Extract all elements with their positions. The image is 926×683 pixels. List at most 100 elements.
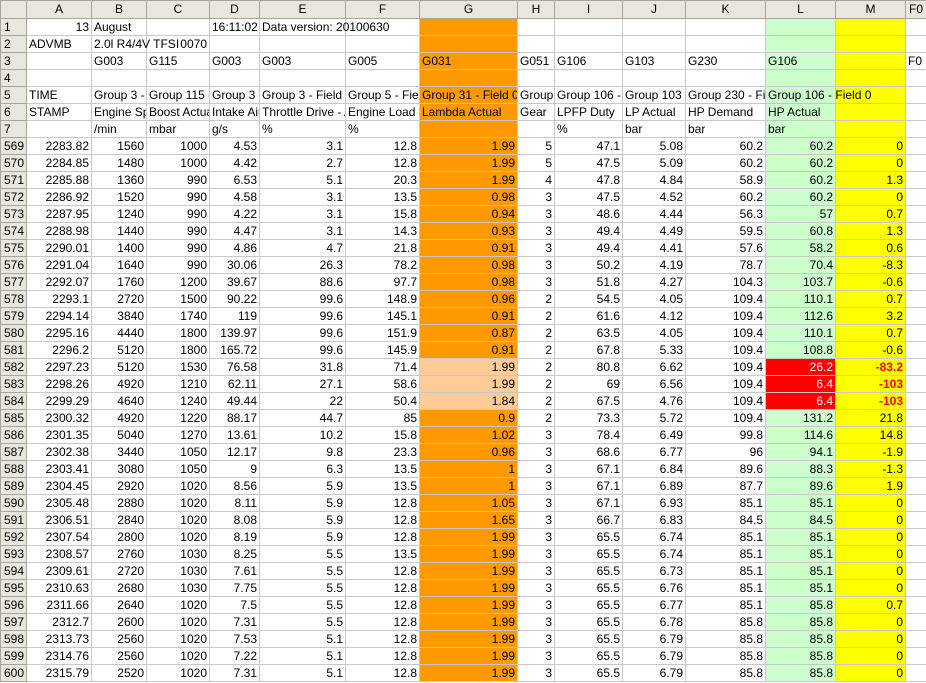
cell-h570[interactable]: 5 <box>517 154 555 172</box>
cell-c594[interactable]: 1030 <box>146 562 210 580</box>
cell-f569[interactable]: 12.8 <box>345 137 420 155</box>
cell-e582[interactable]: 31.8 <box>259 358 346 376</box>
cell-b570[interactable]: 1480 <box>91 154 147 172</box>
cell-h572[interactable]: 3 <box>517 188 555 206</box>
row-header-593[interactable]: 593 <box>0 545 27 563</box>
cell-k7[interactable]: bar <box>685 120 766 138</box>
cell-b576[interactable]: 1640 <box>91 256 147 274</box>
cell-h599[interactable]: 3 <box>517 647 555 665</box>
cell-h595[interactable]: 3 <box>517 579 555 597</box>
cell-m4[interactable] <box>835 69 906 87</box>
cell-f01[interactable] <box>905 18 926 36</box>
cell-g600[interactable]: 1.99 <box>419 664 518 682</box>
cell-l573[interactable]: 57 <box>765 205 836 223</box>
cell-h576[interactable]: 3 <box>517 256 555 274</box>
cell-c578[interactable]: 1500 <box>146 290 210 308</box>
cell-k591[interactable]: 84.5 <box>685 511 766 529</box>
cell-d598[interactable]: 7.53 <box>209 630 260 648</box>
cell-k575[interactable]: 57.6 <box>685 239 766 257</box>
cell-j581[interactable]: 5.33 <box>622 341 686 359</box>
cell-g591[interactable]: 1.65 <box>419 511 518 529</box>
cell-h5[interactable]: Group 51 - Field 0 <box>517 86 555 104</box>
cell-f0-591[interactable] <box>905 511 926 529</box>
cell-k4[interactable] <box>685 69 766 87</box>
cell-g572[interactable]: 0.98 <box>419 188 518 206</box>
cell-d574[interactable]: 4.47 <box>209 222 260 240</box>
cell-l3[interactable]: G106 <box>765 52 836 70</box>
cell-f580[interactable]: 151.9 <box>345 324 420 342</box>
row-header-578[interactable]: 578 <box>0 290 27 308</box>
cell-h573[interactable]: 3 <box>517 205 555 223</box>
cell-e577[interactable]: 88.6 <box>259 273 346 291</box>
cell-c579[interactable]: 1740 <box>146 307 210 325</box>
cell-l2[interactable] <box>765 35 836 53</box>
cell-f0-583[interactable] <box>905 375 926 393</box>
cell-j7[interactable]: bar <box>622 120 686 138</box>
cell-l596[interactable]: 85.8 <box>765 596 836 614</box>
cell-f0-574[interactable] <box>905 222 926 240</box>
cell-m579[interactable]: 3.2 <box>835 307 906 325</box>
cell-c596[interactable]: 1020 <box>146 596 210 614</box>
cell-f0-573[interactable] <box>905 205 926 223</box>
cell-a586[interactable]: 2301.35 <box>26 426 92 444</box>
cell-m570[interactable]: 0 <box>835 154 906 172</box>
cell-g597[interactable]: 1.99 <box>419 613 518 631</box>
cell-l577[interactable]: 103.7 <box>765 273 836 291</box>
cell-f0-586[interactable] <box>905 426 926 444</box>
cell-i591[interactable]: 66.7 <box>554 511 623 529</box>
cell-e7[interactable]: % <box>259 120 346 138</box>
column-header-k[interactable]: K <box>685 0 766 19</box>
cell-c589[interactable]: 1020 <box>146 477 210 495</box>
column-header-b[interactable]: B <box>91 0 147 19</box>
cell-e599[interactable]: 5.1 <box>259 647 346 665</box>
cell-c1[interactable] <box>146 18 210 36</box>
cell-b575[interactable]: 1400 <box>91 239 147 257</box>
cell-e4[interactable] <box>259 69 346 87</box>
cell-h593[interactable]: 3 <box>517 545 555 563</box>
cell-f05[interactable] <box>905 86 926 104</box>
cell-k579[interactable]: 109.4 <box>685 307 766 325</box>
cell-f593[interactable]: 13.5 <box>345 545 420 563</box>
cell-h580[interactable]: 2 <box>517 324 555 342</box>
cell-h586[interactable]: 3 <box>517 426 555 444</box>
cell-k571[interactable]: 58.9 <box>685 171 766 189</box>
cell-b592[interactable]: 2800 <box>91 528 147 546</box>
cell-m597[interactable]: 0 <box>835 613 906 631</box>
cell-m6[interactable] <box>835 103 906 121</box>
cell-j588[interactable]: 6.84 <box>622 460 686 478</box>
cell-f587[interactable]: 23.3 <box>345 443 420 461</box>
cell-g571[interactable]: 1.99 <box>419 171 518 189</box>
cell-i6[interactable]: LPFP Duty <box>554 103 623 121</box>
cell-c576[interactable]: 990 <box>146 256 210 274</box>
cell-a4[interactable] <box>26 69 92 87</box>
cell-j2[interactable] <box>622 35 686 53</box>
cell-h574[interactable]: 3 <box>517 222 555 240</box>
cell-m569[interactable]: 0 <box>835 137 906 155</box>
cell-e587[interactable]: 9.8 <box>259 443 346 461</box>
cell-e595[interactable]: 5.5 <box>259 579 346 597</box>
cell-e588[interactable]: 6.3 <box>259 460 346 478</box>
cell-e583[interactable]: 27.1 <box>259 375 346 393</box>
cell-e596[interactable]: 5.5 <box>259 596 346 614</box>
cell-e580[interactable]: 99.6 <box>259 324 346 342</box>
cell-k590[interactable]: 85.1 <box>685 494 766 512</box>
cell-a590[interactable]: 2305.48 <box>26 494 92 512</box>
cell-f577[interactable]: 97.7 <box>345 273 420 291</box>
cell-m583[interactable]: -103 <box>835 375 906 393</box>
cell-a572[interactable]: 2286.92 <box>26 188 92 206</box>
cell-c588[interactable]: 1050 <box>146 460 210 478</box>
cell-e572[interactable]: 3.1 <box>259 188 346 206</box>
cell-b598[interactable]: 2560 <box>91 630 147 648</box>
cell-k570[interactable]: 60.2 <box>685 154 766 172</box>
cell-l595[interactable]: 85.1 <box>765 579 836 597</box>
cell-f2[interactable] <box>345 35 420 53</box>
cell-m581[interactable]: -0.6 <box>835 341 906 359</box>
cell-j600[interactable]: 6.79 <box>622 664 686 682</box>
cell-j577[interactable]: 4.27 <box>622 273 686 291</box>
cell-g4[interactable] <box>419 69 518 87</box>
cell-m593[interactable]: 0 <box>835 545 906 563</box>
cell-l589[interactable]: 89.6 <box>765 477 836 495</box>
cell-f575[interactable]: 21.8 <box>345 239 420 257</box>
cell-a591[interactable]: 2306.51 <box>26 511 92 529</box>
cell-f0-599[interactable] <box>905 647 926 665</box>
